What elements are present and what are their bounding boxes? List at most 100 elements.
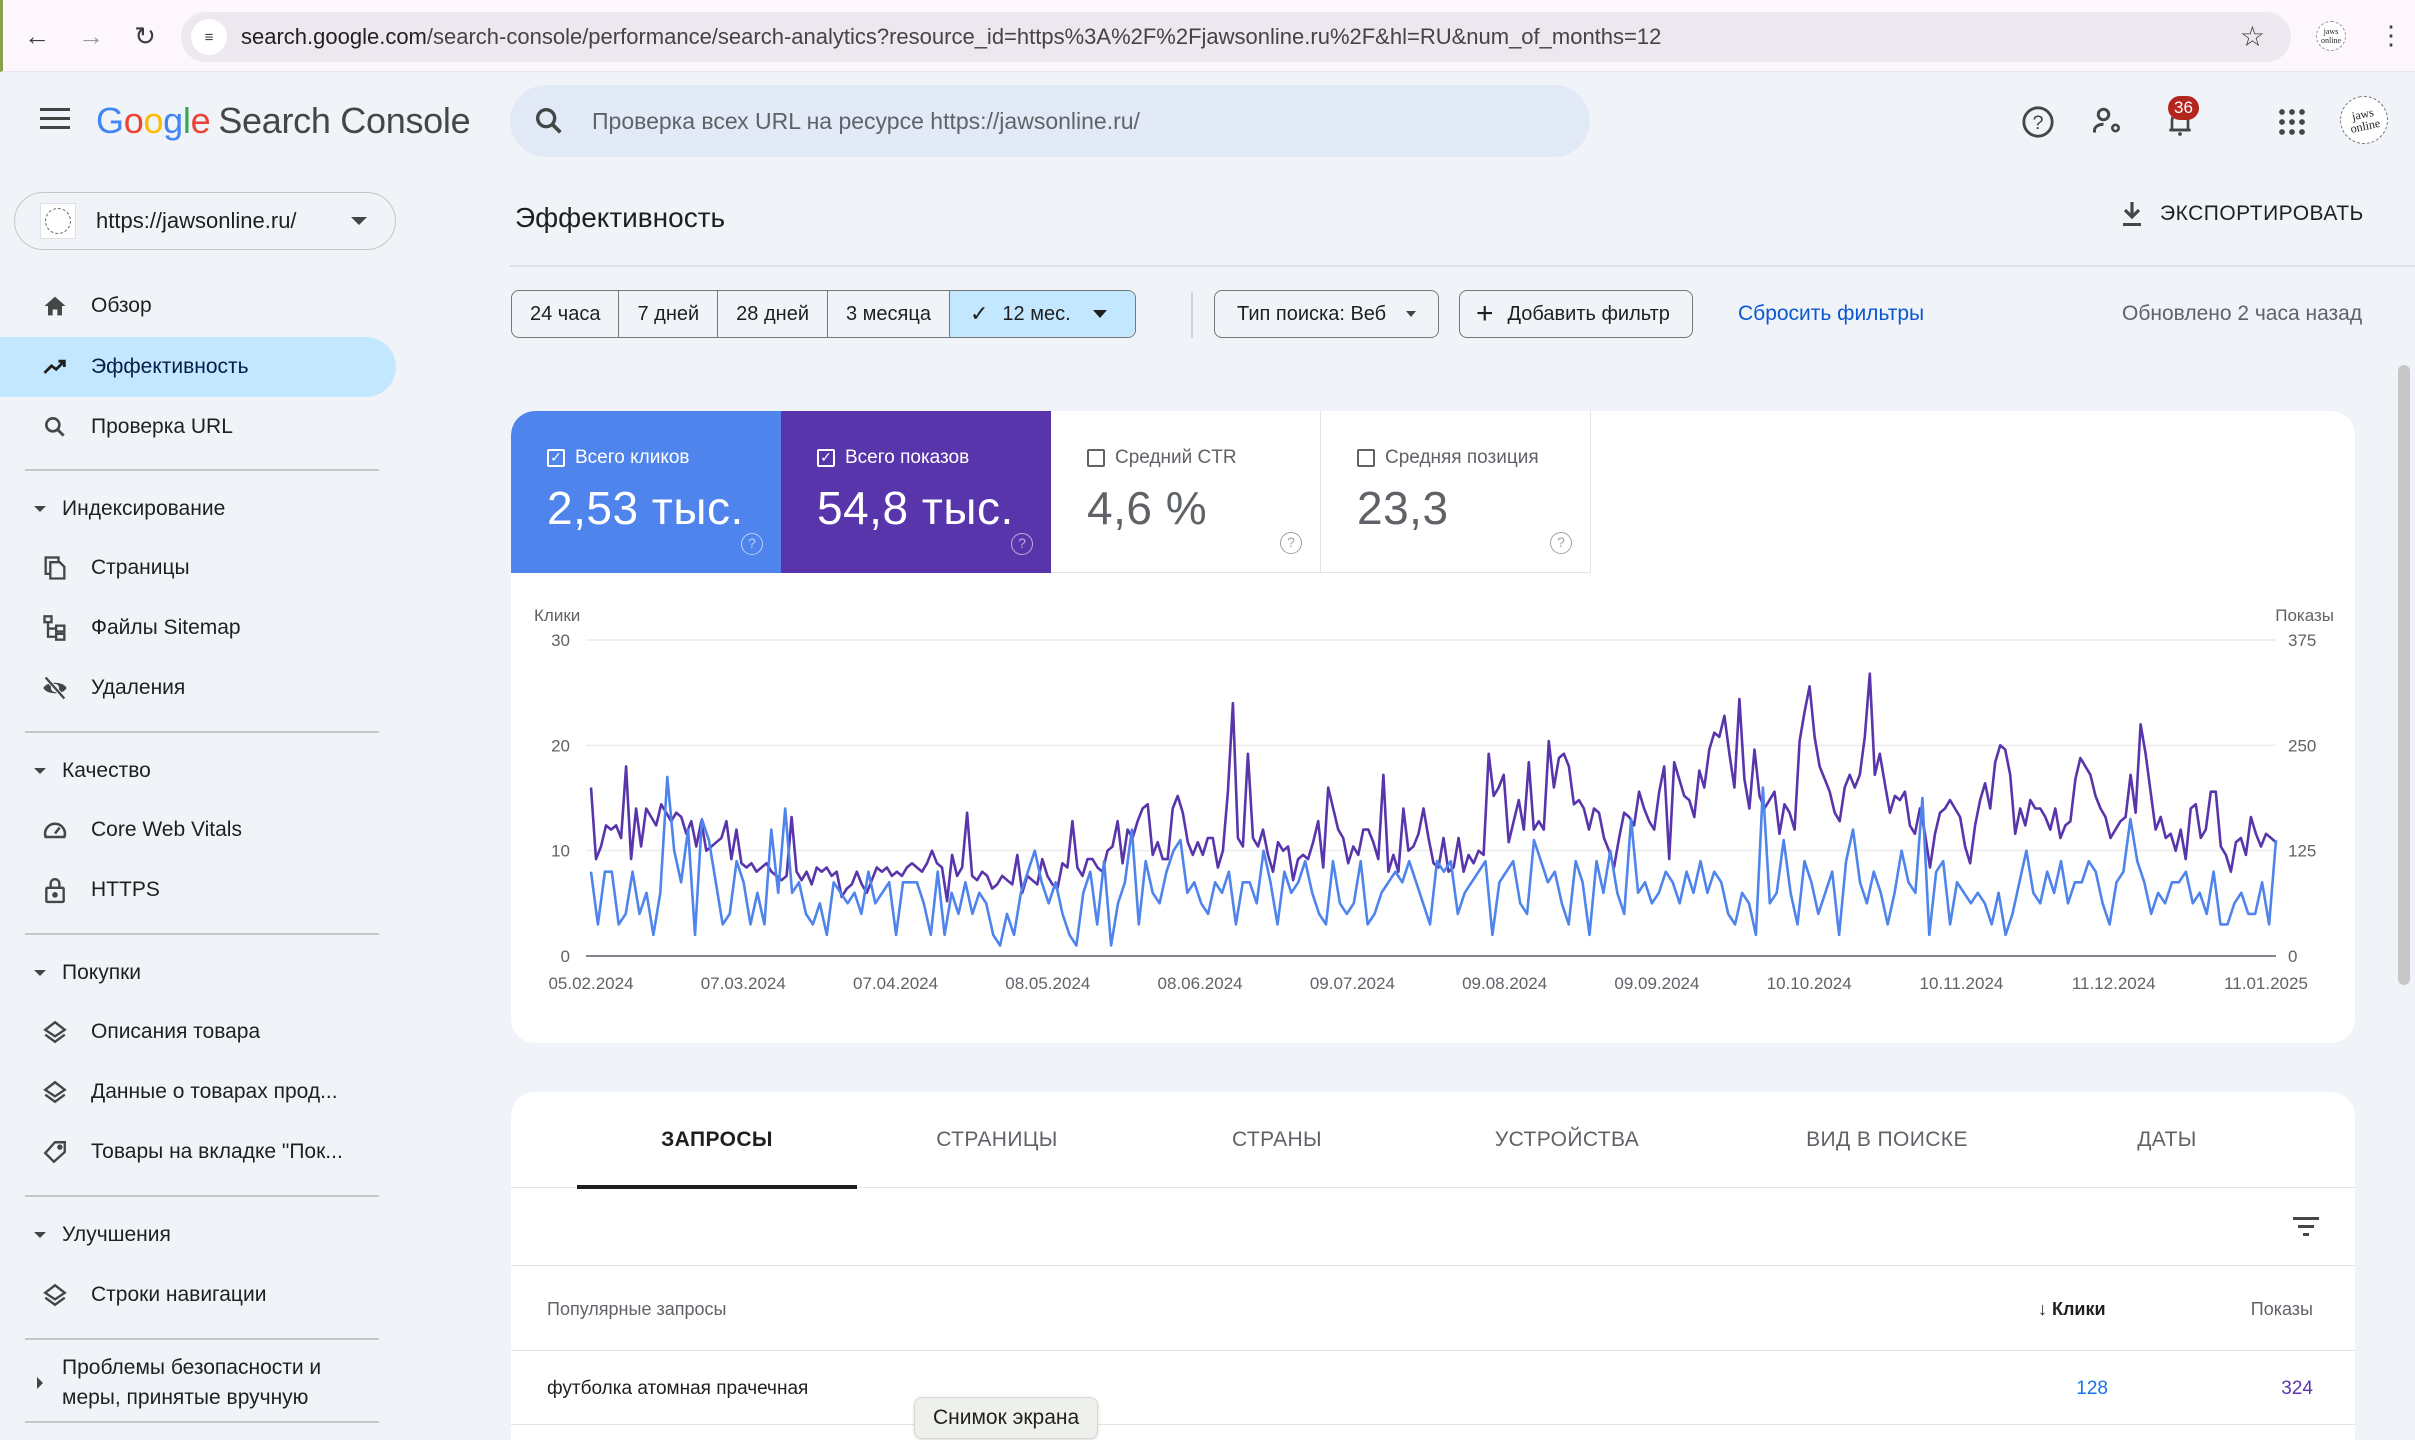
sidebar-item-breadcrumbs[interactable]: Строки навигации bbox=[0, 1265, 396, 1325]
performance-line-chart[interactable]: Клики Показы 0 0 10 125 20 250 30 375 05.02.202… bbox=[511, 591, 2355, 1031]
checkbox-checked-icon[interactable]: ✓ bbox=[547, 449, 565, 467]
sidebar-item-label: Описания товара bbox=[91, 1020, 261, 1043]
search-type-filter[interactable]: Тип поиска: Веб bbox=[1214, 290, 1440, 338]
filter-list-icon[interactable] bbox=[2293, 1215, 2319, 1237]
metric-total-clicks[interactable]: ✓ Всего кликов 2,53 тыс. ? bbox=[511, 411, 781, 573]
sidebar-section-quality[interactable]: Качество bbox=[0, 746, 396, 796]
visibility-off-icon bbox=[40, 673, 70, 703]
logo-product-name: Search Console bbox=[218, 100, 471, 141]
sidebar-section-indexing[interactable]: Индексирование bbox=[0, 484, 396, 534]
help-icon[interactable]: ? bbox=[1280, 532, 1302, 554]
url-text[interactable]: search.google.com/search-console/perform… bbox=[241, 24, 1661, 50]
sidebar-item-https[interactable]: HTTPS bbox=[0, 860, 396, 920]
url-host: search.google.com bbox=[241, 24, 427, 49]
sidebar-item-merchant-listings[interactable]: Данные о товарах прод... bbox=[0, 1062, 396, 1122]
sidebar-item-overview[interactable]: Обзор bbox=[0, 276, 396, 336]
caret-down-icon bbox=[34, 506, 46, 512]
sidebar-item-removals[interactable]: Удаления bbox=[0, 658, 396, 718]
sidebar-section-security[interactable]: Проблемы безопасности и меры, принятые в… bbox=[0, 1348, 396, 1418]
date-range-3m[interactable]: 3 месяца bbox=[828, 291, 950, 337]
property-selector[interactable]: https://jawsonline.ru/ bbox=[14, 192, 396, 250]
apps-grid-icon[interactable] bbox=[2272, 102, 2312, 142]
logo-letter: o bbox=[123, 100, 144, 141]
sidebar-item-performance[interactable]: Эффективность bbox=[0, 337, 396, 397]
sidebar-item-url-inspection[interactable]: Проверка URL bbox=[0, 397, 396, 457]
column-header-impressions[interactable]: Показы bbox=[2251, 1299, 2313, 1320]
x-tick-label: 11.01.2025 bbox=[2224, 974, 2308, 993]
checkbox-unchecked-icon[interactable] bbox=[1357, 449, 1375, 467]
date-range-24h[interactable]: 24 часа bbox=[512, 291, 620, 337]
browser-toolbar: ← → ↻ ≡ search.google.com/search-console… bbox=[0, 0, 2415, 72]
date-range-7d[interactable]: 7 дней bbox=[619, 291, 719, 337]
metric-average-ctr[interactable]: Средний CTR 4,6 % ? bbox=[1051, 411, 1321, 573]
sidebar-item-shopping-tab-listings[interactable]: Товары на вкладке "Пок... bbox=[0, 1122, 396, 1182]
y-tick-right: 375 bbox=[2288, 631, 2316, 650]
table-filter-row bbox=[511, 1189, 2355, 1266]
sidebar-section-shopping[interactable]: Покупки bbox=[0, 948, 396, 998]
help-icon[interactable]: ? bbox=[1550, 532, 1572, 554]
url-inspection-input[interactable] bbox=[592, 107, 1492, 135]
metric-label: Всего показов bbox=[845, 447, 970, 468]
help-icon[interactable]: ? bbox=[741, 533, 763, 555]
sidebar-item-product-snippets[interactable]: Описания товара bbox=[0, 1002, 396, 1062]
metric-average-position[interactable]: Средняя позиция 23,3 ? bbox=[1321, 411, 1591, 573]
sidebar-item-label: HTTPS bbox=[91, 878, 160, 901]
sidebar-item-core-web-vitals[interactable]: Core Web Vitals bbox=[0, 800, 396, 860]
site-settings-icon[interactable]: ≡ bbox=[191, 19, 227, 55]
table-row[interactable]: футболка атомная прачечная 128 324 bbox=[511, 1352, 2355, 1425]
main-menu-icon[interactable] bbox=[40, 108, 70, 132]
user-settings-icon[interactable] bbox=[2088, 102, 2128, 142]
reset-filters-link[interactable]: Сбросить фильтры bbox=[1738, 302, 1924, 326]
dropdown-arrow-icon bbox=[1092, 310, 1107, 318]
metric-total-impressions[interactable]: ✓ Всего показов 54,8 тыс. ? bbox=[781, 411, 1051, 573]
tab-dates[interactable]: ДАТЫ bbox=[2047, 1092, 2287, 1188]
sidebar-divider bbox=[25, 933, 379, 935]
forward-button[interactable]: → bbox=[73, 18, 109, 54]
browser-profile-avatar[interactable]: jaws online bbox=[2316, 21, 2346, 51]
account-avatar[interactable]: jaws online bbox=[2335, 91, 2393, 149]
tab-devices[interactable]: УСТРОЙСТВА bbox=[1417, 1092, 1717, 1188]
search-icon bbox=[535, 107, 562, 134]
bookmark-star-icon[interactable]: ☆ bbox=[2240, 20, 2265, 53]
caret-down-icon bbox=[34, 768, 46, 774]
sidebar-item-sitemaps[interactable]: Файлы Sitemap bbox=[0, 598, 396, 658]
date-range-12m[interactable]: ✓ 12 мес. bbox=[949, 291, 1135, 337]
add-filter-button[interactable]: + Добавить фильтр bbox=[1459, 290, 1693, 338]
help-icon[interactable]: ? bbox=[2018, 102, 2058, 142]
back-button[interactable]: ← bbox=[19, 18, 55, 54]
url-inspection-search[interactable] bbox=[510, 85, 1590, 157]
sidebar-item-label: Core Web Vitals bbox=[91, 818, 242, 841]
checkbox-unchecked-icon[interactable] bbox=[1087, 449, 1105, 467]
dropdown-arrow-icon bbox=[1406, 311, 1417, 317]
x-tick-label: 08.05.2024 bbox=[1005, 974, 1090, 993]
date-range-28d[interactable]: 28 дней bbox=[718, 291, 828, 337]
date-range-label: 24 часа bbox=[530, 302, 601, 325]
tab-pages[interactable]: СТРАНИЦЫ bbox=[857, 1092, 1137, 1188]
help-icon[interactable]: ? bbox=[1011, 533, 1033, 555]
sidebar-section-enhancements[interactable]: Улучшения bbox=[0, 1210, 396, 1260]
add-filter-label: Добавить фильтр bbox=[1507, 302, 1670, 325]
x-tick-label: 09.09.2024 bbox=[1614, 974, 1699, 993]
browser-menu-icon[interactable]: ⋮ bbox=[2378, 20, 2404, 50]
checkbox-checked-icon[interactable]: ✓ bbox=[817, 449, 835, 467]
y-tick-right: 125 bbox=[2288, 842, 2316, 861]
column-header-clicks[interactable]: ↓ Клики bbox=[2038, 1299, 2106, 1320]
address-bar[interactable]: ≡ search.google.com/search-console/perfo… bbox=[181, 12, 2291, 62]
y-axis-left-label: Клики bbox=[534, 606, 580, 625]
page-scrollbar[interactable] bbox=[2398, 365, 2410, 985]
y-tick-left: 0 bbox=[561, 947, 570, 966]
caret-right-icon bbox=[37, 1377, 43, 1389]
date-range-selector: 24 часа 7 дней 28 дней 3 месяца ✓ 12 мес. bbox=[511, 290, 1136, 338]
export-button[interactable]: ЭКСПОРТИРОВАТЬ bbox=[2120, 200, 2364, 228]
tab-queries[interactable]: ЗАПРОСЫ bbox=[577, 1092, 857, 1189]
sidebar-section-title: Покупки bbox=[62, 961, 141, 984]
sidebar-item-pages[interactable]: Страницы bbox=[0, 538, 396, 598]
logo-letter: e bbox=[190, 100, 211, 141]
x-tick-label: 07.04.2024 bbox=[853, 974, 938, 993]
layers-icon bbox=[40, 1280, 70, 1310]
tab-search-appearance[interactable]: ВИД В ПОИСКЕ bbox=[1727, 1092, 2047, 1188]
export-label: ЭКСПОРТИРОВАТЬ bbox=[2160, 202, 2364, 225]
reload-button[interactable]: ↻ bbox=[127, 18, 163, 54]
search-console-logo[interactable]: Google Search Console bbox=[96, 100, 471, 142]
tab-countries[interactable]: СТРАНЫ bbox=[1137, 1092, 1417, 1188]
